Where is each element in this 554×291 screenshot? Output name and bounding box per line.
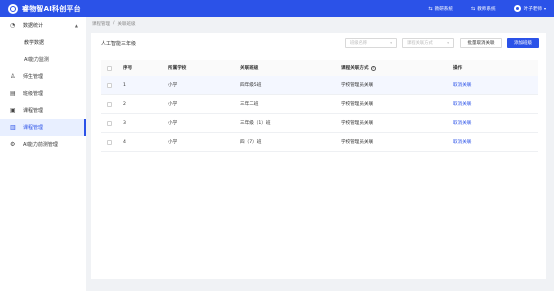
course-title: 人工智能三年级 (101, 41, 137, 47)
user-menu[interactable]: 叶子老师 ▾ (513, 5, 546, 12)
link-way-filter-placeholder: 课程关联方式 (407, 41, 433, 46)
header-class: 关联班级 (240, 66, 259, 71)
breadcrumb-current: 关联班级 (117, 22, 136, 27)
sidebar-item-label: 教学数据 (24, 40, 45, 46)
sidebar: ◔ 数据统计 ▲ 教学数据 AI能力监测 ♙ 师生管理 ▤ 班级管理 ▣ 课程管… (0, 17, 86, 291)
book-icon: ▥ (10, 124, 16, 131)
header-operation: 操作 (453, 66, 463, 71)
row-checkbox[interactable] (107, 82, 112, 88)
app-title: 睿物智AI科创平台 (22, 4, 81, 13)
header-link-way: 课程关联方式 i (341, 65, 453, 71)
top-header: 睿物智AI科创平台 ⇆ 教研系统 ⇆ 教师系统 叶子老师 ▾ (0, 0, 554, 17)
header-link-way-label: 课程关联方式 (341, 66, 369, 71)
breadcrumb: 课程管理 / 关联班级 (92, 21, 136, 27)
link-way-filter[interactable]: 课程关联方式 ▾ (402, 38, 454, 48)
add-class-button[interactable]: 添加班级 (507, 38, 539, 48)
avatar (513, 5, 521, 12)
cell-school: 小学 (168, 83, 178, 88)
batch-unlink-button[interactable]: 批量取消关联 (460, 38, 502, 48)
chevron-down-icon: ▾ (390, 41, 392, 45)
table-row: 3 小学 三年级（1）班 学校管理员关联 取消关联 (101, 114, 538, 133)
sidebar-item-label: AI能力监测 (24, 57, 49, 63)
user-name: 叶子老师 (523, 6, 542, 12)
main-card: 人工智能三年级 班级名称 ▾ 课程关联方式 ▾ 批量取消关联 添加班级 序号 所… (91, 33, 546, 279)
cell-class: 四（7）班 (240, 140, 262, 145)
table-row: 4 小学 四（7）班 学校管理员关联 取消关联 (101, 133, 538, 152)
gear-icon: ⚙ (10, 141, 16, 148)
sidebar-item-classes[interactable]: ▤ 班级管理 (0, 85, 86, 102)
sidebar-item-label: 师生管理 (23, 74, 44, 80)
sidebar-item-users[interactable]: ♙ 师生管理 (0, 68, 86, 85)
cell-link-way: 学校管理员关联 (341, 140, 374, 145)
cell-no: 4 (123, 139, 126, 145)
cell-no: 1 (123, 82, 126, 88)
cell-no: 2 (123, 101, 126, 107)
sidebar-item-label: 课程管理 (23, 125, 44, 131)
sidebar-item-label: 课程管理 (23, 108, 44, 114)
class-icon: ▤ (10, 90, 16, 97)
cell-class: 三年二班 (240, 102, 259, 107)
user-icon: ♙ (10, 73, 16, 80)
unlink-link[interactable]: 取消关联 (453, 139, 538, 145)
unlink-link[interactable]: 取消关联 (453, 120, 538, 126)
sidebar-item-ai-pretest[interactable]: ⚙ AI能力前测管理 (0, 136, 86, 153)
breadcrumb-root[interactable]: 课程管理 (92, 21, 110, 27)
cell-link-way: 学校管理员关联 (341, 121, 374, 126)
cell-class: 三年级（1）班 (240, 121, 271, 126)
chevron-down-icon: ▾ (543, 6, 546, 11)
app-logo (8, 3, 18, 14)
cell-link-way: 学校管理员关联 (341, 102, 374, 107)
table-row: 2 小学 三年二班 学校管理员关联 取消关联 (101, 95, 538, 114)
table-row: 1 小学 四年级5班 学校管理员关联 取消关联 (101, 76, 538, 95)
research-system-label: 教研系统 (434, 6, 453, 12)
teacher-system-label: 教师系统 (477, 6, 496, 12)
research-system-link[interactable]: ⇆ 教研系统 (428, 6, 453, 12)
info-icon[interactable]: i (370, 65, 376, 71)
chevron-up-icon: ▲ (74, 23, 78, 28)
sidebar-item-data-stats[interactable]: ◔ 数据统计 ▲ (0, 17, 86, 34)
sidebar-item-label: AI能力前测管理 (23, 142, 58, 148)
sidebar-item-course-manage[interactable]: ▣ 课程管理 (0, 102, 86, 119)
sidebar-item-courses[interactable]: ▥ 课程管理 (0, 119, 86, 136)
row-checkbox[interactable] (107, 139, 112, 145)
class-name-filter[interactable]: 班级名称 ▾ (345, 38, 397, 48)
swap-icon: ⇆ (428, 5, 433, 12)
cell-school: 小学 (168, 121, 178, 126)
select-all-checkbox[interactable] (107, 65, 112, 71)
sidebar-item-ai-monitor[interactable]: AI能力监测 (0, 51, 86, 68)
sidebar-item-teaching-data[interactable]: 教学数据 (0, 34, 86, 51)
header-school: 所属学校 (168, 66, 187, 71)
header-actions: ⇆ 教研系统 ⇆ 教师系统 叶子老师 ▾ (410, 5, 546, 12)
class-name-filter-placeholder: 班级名称 (350, 41, 368, 46)
teacher-system-link[interactable]: ⇆ 教师系统 (471, 6, 496, 12)
chevron-down-icon: ▾ (447, 41, 449, 45)
breadcrumb-separator: / (113, 21, 115, 26)
cell-class: 四年级5班 (240, 83, 262, 88)
table-header: 序号 所属学校 关联班级 课程关联方式 i 操作 (101, 60, 538, 76)
cell-school: 小学 (168, 140, 178, 145)
row-checkbox[interactable] (107, 101, 112, 107)
row-checkbox[interactable] (107, 120, 112, 126)
header-no: 序号 (123, 66, 133, 71)
chart-pie-icon: ◔ (10, 22, 16, 29)
cell-school: 小学 (168, 102, 178, 107)
cell-link-way: 学校管理员关联 (341, 83, 374, 88)
swap-icon: ⇆ (471, 5, 476, 12)
unlink-link[interactable]: 取消关联 (453, 101, 538, 107)
course-icon: ▣ (10, 107, 16, 114)
sidebar-item-label: 班级管理 (23, 91, 44, 97)
cell-no: 3 (123, 120, 126, 126)
sidebar-item-label: 数据统计 (23, 23, 44, 29)
class-table: 序号 所属学校 关联班级 课程关联方式 i 操作 1 小学 四年级5班 学校管理… (101, 60, 538, 152)
unlink-link[interactable]: 取消关联 (453, 82, 538, 88)
